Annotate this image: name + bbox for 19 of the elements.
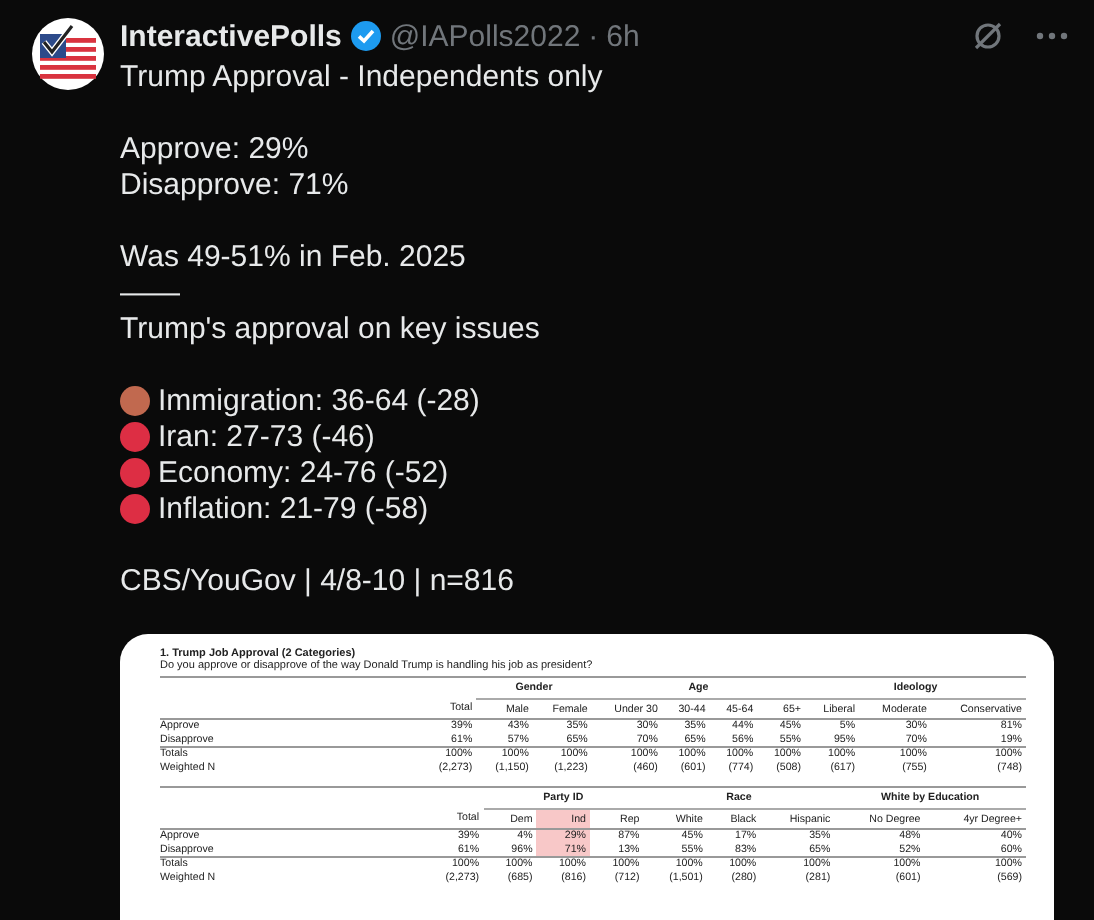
post-text: CBS/YouGov | 4/8-10 | n=816 xyxy=(120,563,514,597)
issue-text: Immigration: 36-64 (-28) xyxy=(158,383,480,417)
author-handle[interactable]: @IAPolls2022 xyxy=(389,19,581,53)
avatar-logo[interactable] xyxy=(32,18,104,90)
issue-text: Economy: 24-76 (-52) xyxy=(158,455,449,489)
post-text: Trump's approval on key issues xyxy=(120,311,540,345)
post-text: Approve: 29% xyxy=(120,131,309,165)
issue-text: Inflation: 21-79 (-58) xyxy=(158,491,429,525)
author-name[interactable]: InteractivePolls xyxy=(120,19,342,53)
post-text: —— xyxy=(120,275,180,309)
issue-text: Iran: 27-73 (-46) xyxy=(158,419,375,453)
slashed-circle-icon[interactable] xyxy=(972,20,1004,52)
post-text: Disapprove: 71% xyxy=(120,167,349,201)
document-image[interactable] xyxy=(120,634,1054,920)
separator-dot: · xyxy=(588,19,599,53)
more-icon[interactable] xyxy=(1036,32,1068,40)
post-time[interactable]: 6h xyxy=(606,19,640,53)
post-text: Trump Approval - Independents only xyxy=(120,59,603,93)
post-text: Was 49-51% in Feb. 2025 xyxy=(120,239,466,273)
